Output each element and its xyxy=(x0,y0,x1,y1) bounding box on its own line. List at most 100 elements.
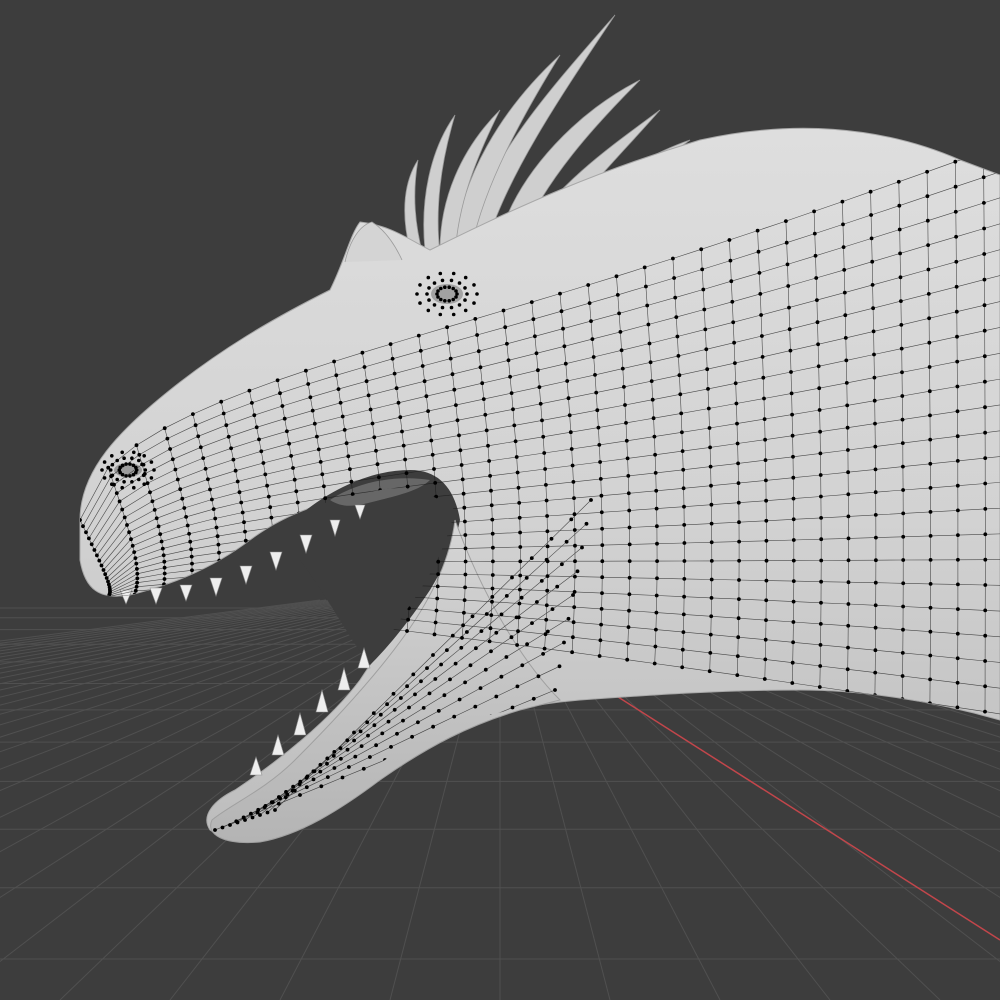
mesh-vertex xyxy=(134,465,138,470)
mesh-vertex xyxy=(405,629,409,633)
mesh-vertex xyxy=(429,438,434,443)
mesh-vertex xyxy=(982,252,987,256)
mesh-vertex xyxy=(271,545,276,549)
mesh-vertex xyxy=(901,511,906,516)
mesh-vertex xyxy=(193,423,198,428)
viewport-canvas[interactable] xyxy=(0,0,1000,1000)
mesh-vertex xyxy=(764,478,768,483)
mesh-vertex xyxy=(846,623,851,628)
mesh-vertex xyxy=(137,452,142,457)
mesh-vertex xyxy=(568,430,573,435)
mesh-vertex xyxy=(465,292,469,296)
mesh-vertex xyxy=(295,500,300,505)
mesh-vertex xyxy=(573,574,577,579)
mesh-vertex xyxy=(228,823,232,827)
mesh-vertex xyxy=(110,482,114,487)
mesh-vertex xyxy=(536,368,540,373)
mesh-vertex xyxy=(491,545,495,550)
mesh-vertex xyxy=(927,316,931,321)
mesh-vertex xyxy=(392,707,397,712)
mesh-vertex xyxy=(956,582,960,587)
mesh-vertex xyxy=(451,271,456,276)
mesh-vertex xyxy=(489,649,493,654)
mesh-vertex xyxy=(735,421,739,426)
mesh-vertex xyxy=(265,483,269,488)
mesh-vertex xyxy=(400,429,404,434)
mesh-vertex xyxy=(312,421,317,426)
mesh-vertex xyxy=(490,531,495,536)
mesh-vertex xyxy=(443,299,447,303)
mesh-vertex xyxy=(427,424,432,428)
mesh-vertex xyxy=(375,462,380,467)
mesh-vertex xyxy=(682,541,687,545)
mesh-vertex xyxy=(953,159,958,164)
mesh-vertex xyxy=(451,297,456,302)
mesh-vertex xyxy=(982,328,987,333)
mesh-vertex xyxy=(676,354,681,358)
mesh-vertex xyxy=(187,531,192,536)
mesh-vertex xyxy=(955,680,960,685)
mesh-vertex xyxy=(709,521,714,526)
mesh-vertex xyxy=(377,475,381,480)
mesh-vertex xyxy=(380,731,385,736)
mesh-vertex xyxy=(213,600,218,605)
mesh-vertex xyxy=(436,709,441,713)
mesh-vertex xyxy=(589,319,593,323)
mesh-vertex xyxy=(846,536,851,541)
mesh-vertex xyxy=(925,218,930,223)
mesh-vertex xyxy=(160,592,165,597)
mesh-vertex xyxy=(463,275,468,280)
mesh-vertex xyxy=(955,631,960,636)
mesh-vertex xyxy=(901,534,906,539)
grid-line xyxy=(0,599,423,726)
3d-viewport[interactable] xyxy=(0,0,1000,1000)
mesh-vertex xyxy=(844,381,849,385)
mesh-vertex xyxy=(494,630,499,635)
mesh-vertex xyxy=(271,580,276,585)
mesh-vertex xyxy=(600,559,605,564)
mesh-vertex xyxy=(432,303,437,307)
mesh-vertex xyxy=(519,595,524,600)
mesh-vertex xyxy=(873,648,878,653)
mesh-vertex xyxy=(955,483,960,488)
mesh-vertex xyxy=(840,199,845,204)
mesh-vertex xyxy=(706,387,710,391)
mesh-vertex xyxy=(435,596,440,601)
mesh-vertex xyxy=(486,443,490,448)
mesh-vertex xyxy=(901,604,905,609)
mesh-vertex xyxy=(901,627,905,632)
mesh-vertex xyxy=(518,559,523,564)
mesh-vertex xyxy=(132,550,137,554)
mesh-vertex xyxy=(263,472,268,477)
mesh-vertex xyxy=(735,654,740,658)
mesh-vertex xyxy=(489,613,494,617)
mesh-vertex xyxy=(339,756,343,761)
mesh-vertex xyxy=(298,580,303,585)
mesh-vertex xyxy=(874,535,878,540)
mesh-vertex xyxy=(983,532,988,537)
mesh-vertex xyxy=(572,605,577,609)
mesh-vertex xyxy=(124,474,128,478)
mesh-vertex xyxy=(955,384,960,389)
mesh-vertex xyxy=(445,325,449,330)
mesh-vertex xyxy=(846,580,851,585)
mesh-vertex xyxy=(709,540,714,545)
mesh-vertex xyxy=(764,598,769,603)
mesh-vertex xyxy=(490,595,495,599)
mesh-vertex xyxy=(681,467,686,472)
mesh-vertex xyxy=(395,731,399,736)
mesh-vertex xyxy=(129,537,133,542)
mesh-vertex xyxy=(679,411,684,416)
mesh-vertex xyxy=(928,558,933,562)
mesh-vertex xyxy=(322,484,326,489)
mesh-vertex xyxy=(235,820,240,825)
mesh-vertex xyxy=(530,621,534,625)
mesh-vertex xyxy=(928,582,933,586)
mesh-vertex xyxy=(252,413,257,418)
mesh-vertex xyxy=(127,530,131,535)
mesh-vertex xyxy=(442,693,447,698)
mesh-vertex xyxy=(761,375,766,380)
mesh-vertex xyxy=(928,629,933,634)
mesh-vertex xyxy=(784,219,788,224)
mesh-vertex xyxy=(427,691,432,696)
